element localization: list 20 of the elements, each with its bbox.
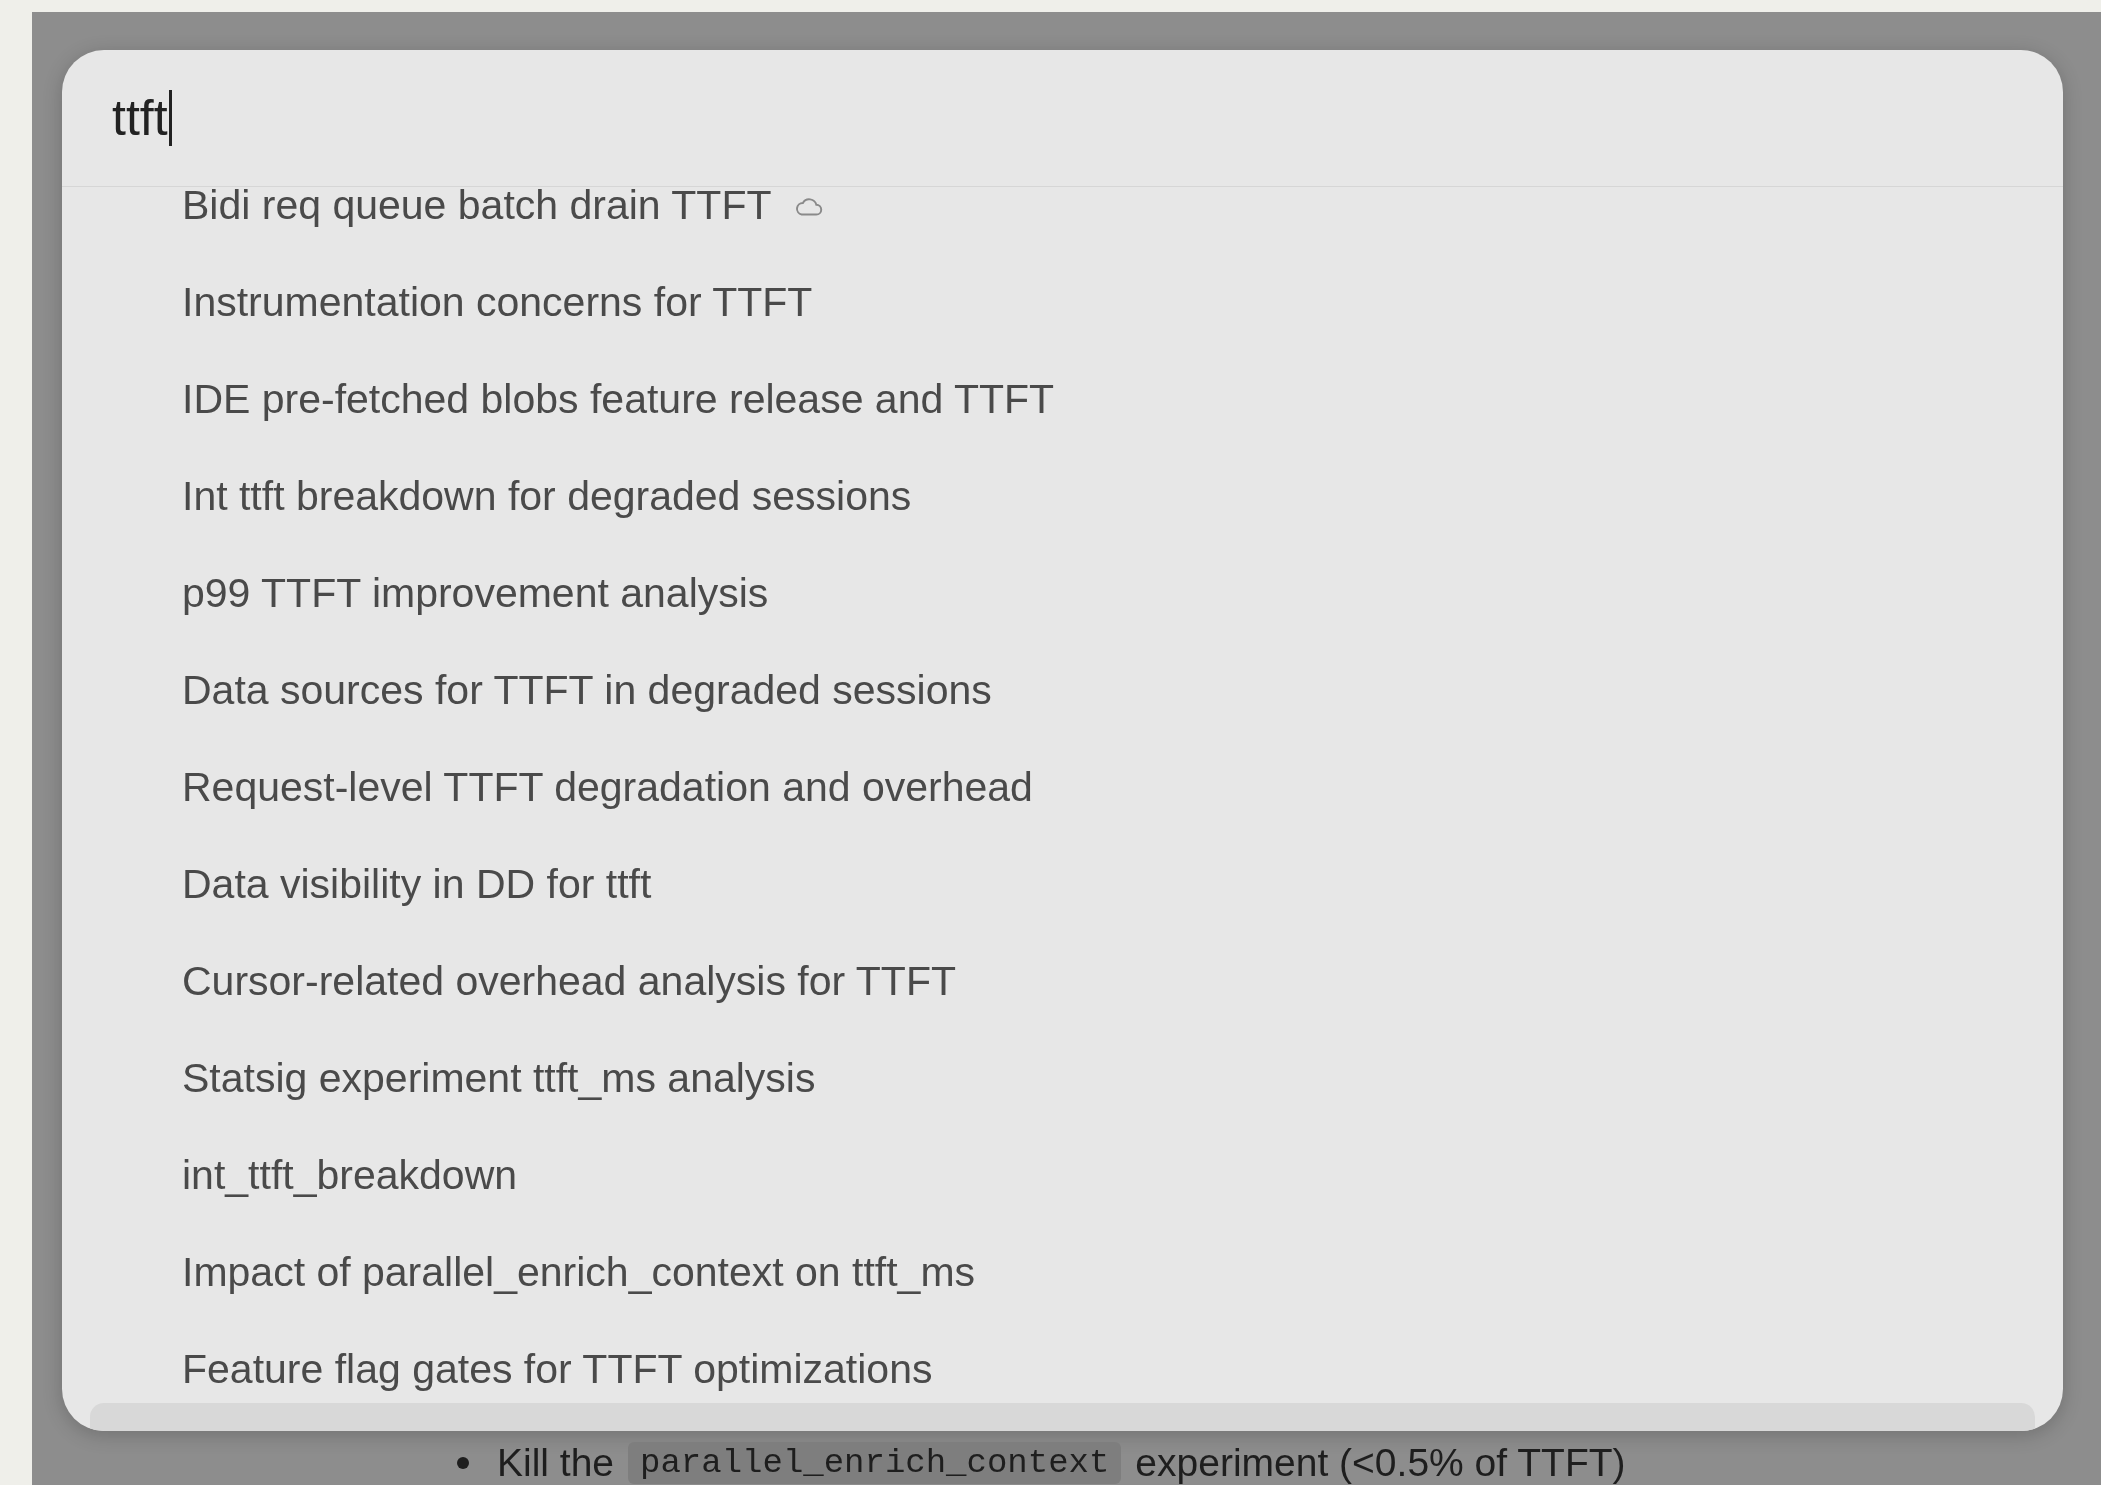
result-item[interactable]: Data visibility in DD for ttft xyxy=(182,861,652,908)
result-item[interactable]: Data sources for TTFT in degraded sessions xyxy=(182,667,992,714)
search-field[interactable]: ttft xyxy=(62,50,2063,187)
result-item[interactable]: Instrumentation concerns for TTFT xyxy=(182,279,813,326)
horizontal-scrollbar[interactable] xyxy=(90,1403,2035,1431)
result-item[interactable]: Request-level TTFT degradation and overhead xyxy=(182,764,1033,811)
result-item[interactable]: int_ttft_breakdown xyxy=(182,1152,518,1199)
result-item[interactable]: Feature flag gates for TTFT optimizations xyxy=(182,1346,933,1393)
inline-code: parallel_enrich_context xyxy=(628,1442,1122,1484)
result-item[interactable]: Statsig experiment ttft_ms analysis xyxy=(182,1055,816,1102)
result-item[interactable]: Cursor-related overhead analysis for TTFT xyxy=(182,958,956,1005)
text-cursor xyxy=(168,90,172,146)
result-item[interactable]: Impact of parallel_enrich_context on ttft_ms xyxy=(182,1249,976,1296)
bullet-text: Kill the xyxy=(497,1441,615,1485)
bullet-text: experiment (<0.5% of TTFT) xyxy=(1135,1441,1626,1485)
result-item[interactable]: p99 TTFT improvement analysis xyxy=(182,570,769,617)
result-item[interactable]: Bidi req queue batch drain TTFT xyxy=(182,187,772,229)
result-item[interactable]: Int ttft breakdown for degraded sessions xyxy=(182,473,912,520)
result-item[interactable]: IDE pre-fetched blobs feature release and TTFT xyxy=(182,376,1055,423)
bullet-icon xyxy=(457,1457,469,1469)
